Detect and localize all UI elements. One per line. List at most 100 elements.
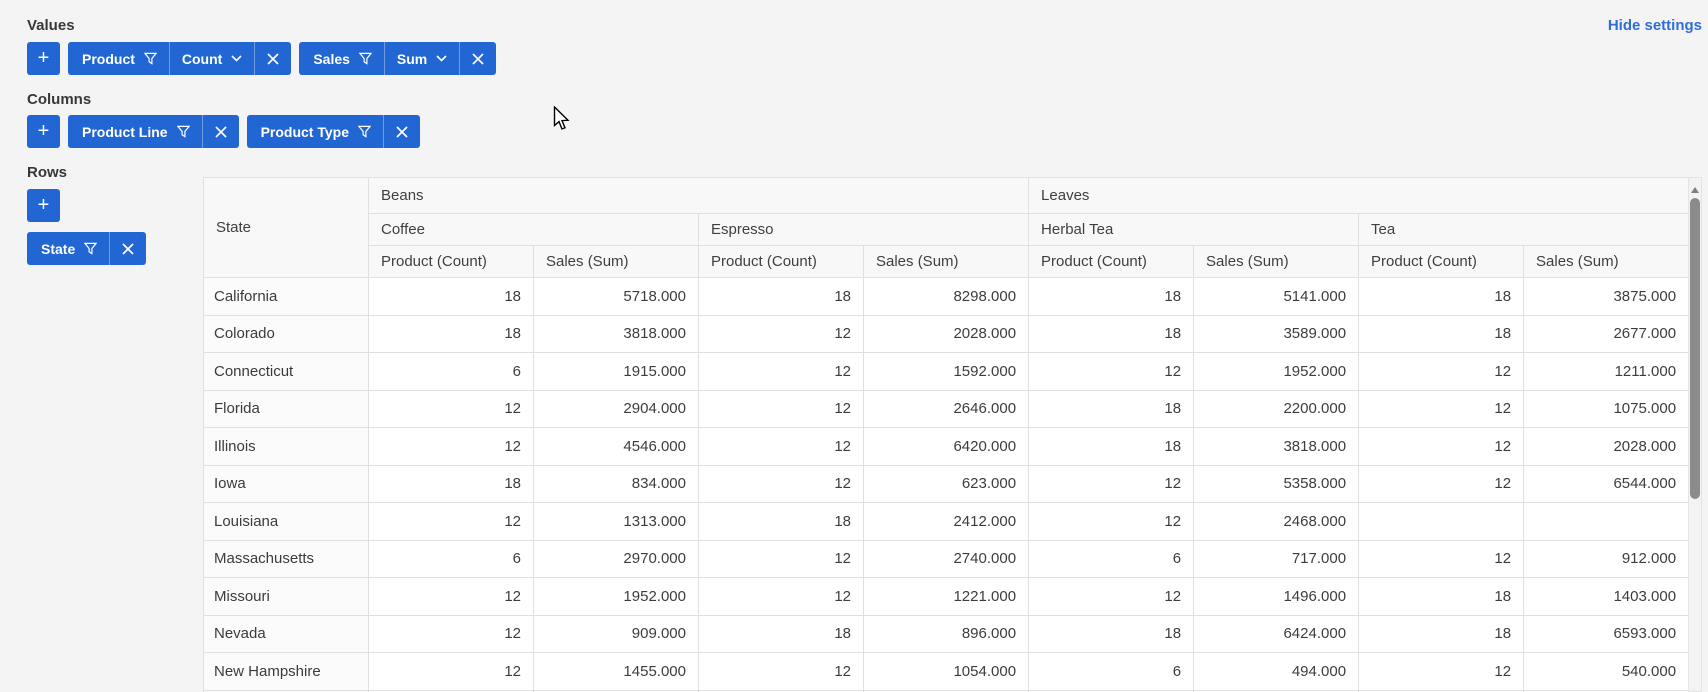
value-cell: 540.000 bbox=[1523, 652, 1688, 691]
remove-field-button[interactable] bbox=[255, 42, 291, 75]
value-cell: 18 bbox=[1028, 277, 1195, 316]
field-label: Product Type bbox=[260, 123, 349, 140]
value-cell: 6424.000 bbox=[1193, 614, 1360, 653]
column-pill-product-line[interactable]: Product Line bbox=[68, 115, 239, 148]
filter-icon[interactable] bbox=[84, 242, 98, 255]
value-cell: 18 bbox=[368, 277, 534, 316]
add-row-field-button[interactable]: + bbox=[27, 189, 60, 222]
table-row: Massachusetts 6 2970.000 12 2740.000 6 717.000… bbox=[203, 539, 1688, 578]
close-icon bbox=[122, 242, 134, 255]
remove-field-button[interactable] bbox=[110, 232, 146, 265]
column-group-beans[interactable]: Beans bbox=[367, 177, 1030, 214]
remove-field-button[interactable] bbox=[203, 115, 239, 148]
field-label: Sales bbox=[313, 50, 350, 67]
value-cell: 12 bbox=[1358, 539, 1525, 578]
corner-header-state[interactable]: State bbox=[203, 177, 369, 278]
column-group-coffee[interactable]: Coffee bbox=[368, 213, 699, 246]
column-group-leaves[interactable]: Leaves bbox=[1028, 177, 1688, 214]
aggregation-label: Sum bbox=[396, 50, 428, 67]
value-cell: 896.000 bbox=[862, 614, 1030, 653]
value-cell: 5141.000 bbox=[1193, 277, 1360, 316]
row-header-cell: New Hampshire bbox=[203, 652, 369, 691]
plus-icon: + bbox=[37, 47, 50, 69]
measure-header-count[interactable]: Product (Count) bbox=[698, 245, 864, 278]
row-header-cell: Colorado bbox=[203, 314, 369, 353]
field-button-product-type[interactable]: Product Type bbox=[247, 115, 383, 148]
value-cell: 2028.000 bbox=[862, 314, 1030, 353]
value-cell: 1592.000 bbox=[862, 352, 1030, 391]
value-cell: 6 bbox=[368, 539, 534, 578]
measure-header-count[interactable]: Product (Count) bbox=[1028, 245, 1195, 278]
add-value-field-button[interactable]: + bbox=[27, 42, 60, 75]
measure-header-sum[interactable]: Sales (Sum) bbox=[533, 245, 699, 278]
row-header-cell: Nevada bbox=[203, 614, 369, 653]
value-cell: 909.000 bbox=[533, 614, 699, 653]
table-row: Colorado 18 3818.000 12 2028.000 18 3589.000 18… bbox=[203, 314, 1688, 353]
value-cell: 912.000 bbox=[1523, 539, 1688, 578]
field-button-product[interactable]: Product bbox=[68, 42, 169, 75]
measure-header-count[interactable]: Product (Count) bbox=[368, 245, 534, 278]
value-cell: 18 bbox=[1358, 577, 1525, 616]
filter-icon[interactable] bbox=[176, 125, 190, 138]
scroll-up-arrow-icon[interactable] bbox=[1691, 187, 1699, 193]
value-cell: 12 bbox=[698, 427, 864, 466]
value-pill-product[interactable]: Product Count bbox=[68, 42, 292, 75]
remove-field-button[interactable] bbox=[384, 115, 420, 148]
column-pill-product-type[interactable]: Product Type bbox=[246, 115, 420, 148]
value-cell: 6 bbox=[1028, 652, 1195, 691]
filter-icon[interactable] bbox=[357, 125, 371, 138]
close-icon bbox=[267, 52, 279, 65]
field-label: Product Line bbox=[82, 123, 168, 140]
filter-icon[interactable] bbox=[143, 52, 157, 65]
field-button-state[interactable]: State bbox=[27, 232, 109, 265]
chevron-down-icon bbox=[231, 55, 242, 62]
column-group-herbal-tea[interactable]: Herbal Tea bbox=[1028, 213, 1360, 246]
value-cell: 12 bbox=[698, 539, 864, 578]
add-column-field-button[interactable]: + bbox=[27, 115, 60, 148]
value-cell: 1313.000 bbox=[533, 502, 699, 541]
hide-settings-link[interactable]: Hide settings bbox=[1608, 17, 1702, 34]
row-header-cell: Missouri bbox=[203, 577, 369, 616]
column-group-espresso[interactable]: Espresso bbox=[697, 213, 1030, 246]
value-cell: 12 bbox=[1028, 502, 1195, 541]
columns-section-label: Columns bbox=[27, 91, 92, 108]
close-icon bbox=[472, 52, 484, 65]
value-cell: 6420.000 bbox=[862, 427, 1030, 466]
scrollbar-thumb[interactable] bbox=[1690, 198, 1700, 499]
value-cell: 12 bbox=[698, 314, 864, 353]
value-cell: 12 bbox=[1358, 464, 1525, 503]
row-pill-state[interactable]: State bbox=[27, 232, 147, 265]
value-cell: 12 bbox=[368, 502, 534, 541]
vertical-scrollbar[interactable] bbox=[1688, 177, 1702, 692]
value-cell: 18 bbox=[1028, 427, 1195, 466]
value-cell: 12 bbox=[698, 352, 864, 391]
value-cell: 18 bbox=[368, 464, 534, 503]
value-cell: 1496.000 bbox=[1193, 577, 1360, 616]
field-button-product-line[interactable]: Product Line bbox=[68, 115, 202, 148]
measure-header-sum[interactable]: Sales (Sum) bbox=[1523, 245, 1688, 278]
value-cell: 2468.000 bbox=[1193, 502, 1360, 541]
value-pill-sales[interactable]: Sales Sum bbox=[299, 42, 497, 75]
aggregation-dropdown-sales[interactable]: Sum bbox=[385, 42, 459, 75]
value-cell: 1455.000 bbox=[533, 652, 699, 691]
measure-header-sum[interactable]: Sales (Sum) bbox=[862, 245, 1030, 278]
value-cell: 834.000 bbox=[533, 464, 699, 503]
value-cell: 6 bbox=[1028, 539, 1195, 578]
remove-field-button[interactable] bbox=[460, 42, 496, 75]
table-row: Connecticut 6 1915.000 12 1592.000 12 1952.000… bbox=[203, 352, 1688, 391]
value-cell: 18 bbox=[1358, 314, 1525, 353]
value-cell: 18 bbox=[1358, 614, 1525, 653]
value-cell: 1075.000 bbox=[1523, 389, 1688, 428]
table-row: Nevada 12 909.000 18 896.000 18 6424.000 18 6593… bbox=[203, 614, 1688, 653]
column-group-tea[interactable]: Tea bbox=[1358, 213, 1688, 246]
value-cell: 2412.000 bbox=[862, 502, 1030, 541]
measure-header-sum[interactable]: Sales (Sum) bbox=[1193, 245, 1360, 278]
measure-header-count[interactable]: Product (Count) bbox=[1358, 245, 1525, 278]
value-cell: 12 bbox=[368, 577, 534, 616]
value-cell: 6544.000 bbox=[1523, 464, 1688, 503]
mouse-cursor bbox=[553, 105, 572, 137]
aggregation-dropdown-product[interactable]: Count bbox=[170, 42, 254, 75]
table-row: Illinois 12 4546.000 12 6420.000 18 3818.000 12… bbox=[203, 427, 1688, 466]
field-button-sales[interactable]: Sales bbox=[299, 42, 384, 75]
filter-icon[interactable] bbox=[358, 52, 372, 65]
